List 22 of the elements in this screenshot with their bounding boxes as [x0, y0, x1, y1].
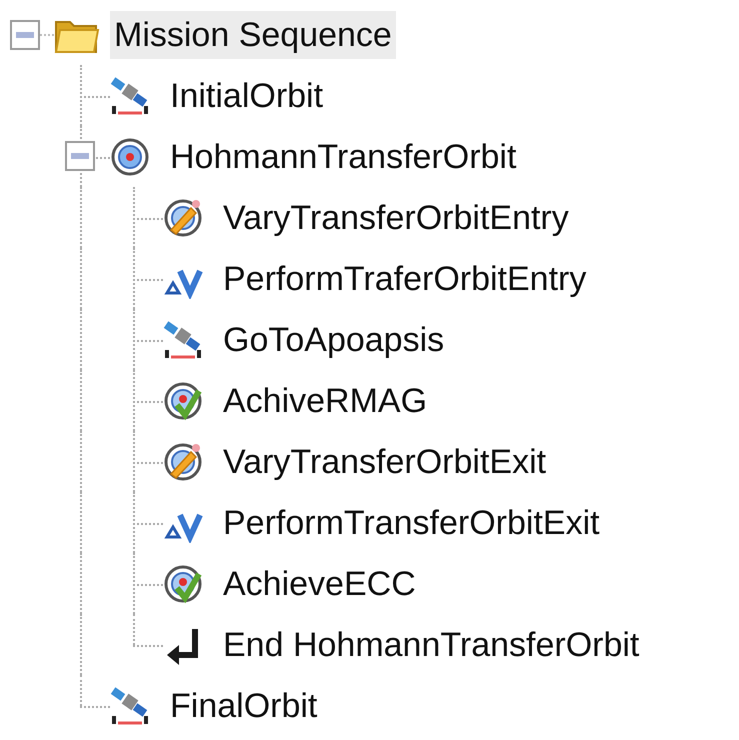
tree-item-label[interactable]: VaryTransferOrbitExit	[219, 438, 550, 486]
satellite-icon	[110, 76, 150, 116]
satellite-icon	[110, 686, 150, 726]
collapse-toggle[interactable]	[10, 20, 40, 50]
tree-item-label[interactable]: HohmannTransferOrbit	[166, 132, 520, 180]
tree-item-label[interactable]: End HohmannTransferOrbit	[219, 620, 644, 668]
tree-item-label[interactable]: Mission Sequence	[110, 10, 396, 58]
pencil-target-icon	[163, 198, 203, 238]
pencil-target-icon	[163, 442, 203, 482]
target-check-icon	[163, 564, 203, 604]
tree-item-label[interactable]: PerformTraferOrbitEntry	[219, 254, 590, 302]
tree-item-label[interactable]: VaryTransferOrbitEntry	[219, 194, 573, 242]
target-icon	[110, 136, 150, 176]
target-check-icon	[163, 380, 203, 420]
tree-item-label[interactable]: InitialOrbit	[166, 72, 328, 120]
satellite-icon	[163, 320, 203, 360]
collapse-toggle[interactable]	[65, 141, 95, 171]
tree-item-label[interactable]: AchieveECC	[219, 560, 420, 608]
tree-item-label[interactable]: FinalOrbit	[166, 682, 322, 730]
tree-item-label[interactable]: GoToApoapsis	[219, 316, 448, 364]
tree-item-label[interactable]: AchiveRMAG	[219, 376, 432, 424]
tree-item-label[interactable]: PerformTransferOrbitExit	[219, 498, 604, 546]
